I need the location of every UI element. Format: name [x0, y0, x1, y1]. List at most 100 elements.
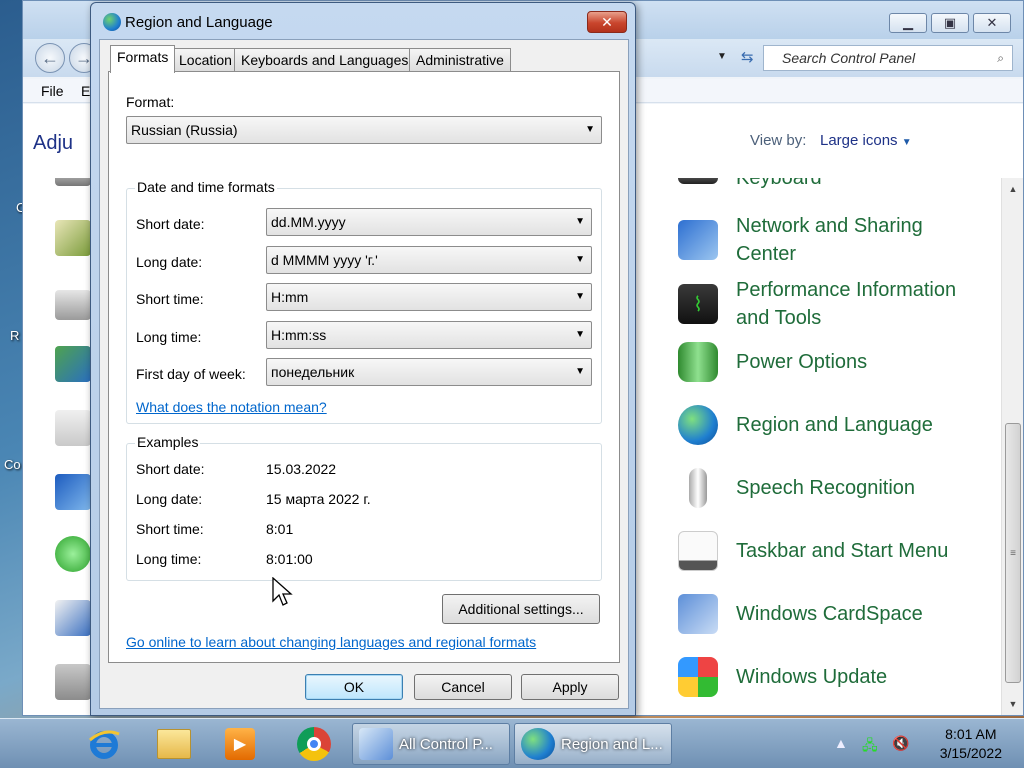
long-date-value: d MMMM yyyy 'г.' — [271, 252, 378, 268]
cp-item-keyboard[interactable]: Keyboard — [678, 178, 986, 192]
program-icon[interactable] — [55, 410, 91, 446]
keyboard-icon[interactable] — [55, 178, 91, 186]
example-long-time-label: Long time: — [136, 551, 202, 567]
view-by-value: Large icons — [820, 132, 898, 149]
first-day-value: понедельник — [271, 364, 355, 380]
sync-icon[interactable] — [55, 536, 91, 572]
performance-icon: ⌇ — [678, 284, 718, 324]
additional-settings-button[interactable]: Additional settings... — [442, 594, 600, 624]
dropdown-arrow-icon: ▼ — [901, 137, 912, 148]
printer-icon[interactable] — [55, 290, 91, 320]
vertical-scrollbar[interactable]: ▲ ≡ ▼ — [1001, 178, 1023, 715]
cp-item-label: Speech Recognition — [736, 477, 916, 499]
back-arrow-icon: ← — [41, 47, 59, 68]
cp-item-taskbar[interactable]: Taskbar and Start Menu — [678, 531, 986, 571]
remote-icon[interactable] — [55, 600, 91, 636]
short-date-label: Short date: — [136, 216, 205, 232]
search-input[interactable]: Search Control Panel ⌕ — [763, 45, 1013, 71]
mouse-cursor-icon — [272, 577, 293, 606]
media-player-icon[interactable]: ▶ — [220, 725, 260, 763]
maximize-button[interactable]: ▣ — [931, 13, 969, 33]
long-time-select[interactable]: H:mm:ss ▼ — [266, 321, 592, 349]
show-hidden-icons-icon[interactable]: ▲ — [834, 735, 848, 751]
example-short-date-label: Short date: — [136, 461, 205, 477]
dropdown-arrow-icon: ▼ — [575, 254, 585, 265]
notation-link[interactable]: What does the notation mean? — [136, 399, 327, 415]
globe-clock-icon — [678, 405, 718, 445]
refresh-icon[interactable]: ⇆ — [741, 48, 754, 66]
taskbar: ▶ All Control P... Region and L... ▲ 🖧 🔇… — [0, 718, 1024, 768]
example-short-time-label: Short time: — [136, 521, 204, 537]
menu-file[interactable]: File — [41, 83, 64, 99]
tab-keyboards-languages[interactable]: Keyboards and Languages — [234, 48, 416, 71]
network-icon — [678, 220, 718, 260]
example-long-time-value: 8:01:00 — [266, 551, 313, 567]
apply-button[interactable]: Apply — [521, 674, 619, 700]
taskbar-task-region[interactable]: Region and L... — [514, 723, 672, 765]
cp-item-network[interactable]: Network and Sharing Center — [678, 212, 986, 268]
chrome-icon[interactable] — [294, 725, 334, 763]
clock-time: 8:01 AM — [945, 726, 997, 742]
format-select[interactable]: Russian (Russia) ▼ — [126, 116, 602, 144]
close-button[interactable]: ✕ — [973, 13, 1011, 33]
example-short-date-value: 15.03.2022 — [266, 461, 337, 477]
cancel-button[interactable]: Cancel — [414, 674, 512, 700]
network-computer-icon[interactable] — [55, 474, 91, 510]
long-date-select[interactable]: d MMMM yyyy 'г.' ▼ — [266, 246, 592, 274]
clock-date: 3/15/2022 — [939, 745, 1002, 761]
desktop-label: R — [10, 328, 20, 343]
datetime-formats-group: Date and time formats Short date: dd.MM.… — [126, 179, 602, 424]
display-icon[interactable] — [55, 346, 91, 382]
cp-item-region[interactable]: Region and Language — [678, 405, 986, 445]
menu-edit[interactable]: E — [81, 83, 90, 99]
dialog-close-button[interactable]: ✕ — [587, 11, 627, 33]
cp-item-update[interactable]: Windows Update — [678, 657, 986, 697]
map-icon[interactable] — [55, 220, 91, 256]
internet-explorer-icon[interactable] — [84, 725, 124, 763]
short-time-select[interactable]: H:mm ▼ — [266, 283, 592, 311]
cp-item-power[interactable]: Power Options — [678, 342, 986, 382]
group-title: Examples — [135, 434, 201, 450]
cp-item-label: Taskbar and Start Menu — [736, 540, 949, 562]
minimize-button[interactable]: ▁ — [889, 13, 927, 33]
view-by-dropdown[interactable]: Large icons ▼ — [820, 132, 912, 149]
example-short-time-value: 8:01 — [266, 521, 294, 537]
format-label: Format: — [126, 94, 175, 110]
back-button[interactable]: ← — [35, 43, 65, 73]
page-title: Adju — [33, 132, 74, 154]
dialog-title: Region and Language — [125, 14, 273, 31]
file-explorer-icon[interactable] — [154, 725, 194, 763]
search-icon[interactable]: ⌕ — [997, 51, 1004, 66]
online-learn-link[interactable]: Go online to learn about changing langua… — [126, 634, 536, 650]
address-dropdown-icon[interactable]: ▼ — [717, 51, 727, 62]
first-day-select[interactable]: понедельник ▼ — [266, 358, 592, 386]
tab-location[interactable]: Location — [172, 48, 239, 71]
dropdown-arrow-icon: ▼ — [585, 124, 595, 135]
network-tray-icon[interactable]: 🖧 — [862, 735, 878, 759]
scroll-thumb[interactable]: ≡ — [1005, 423, 1021, 683]
taskbar-task-control-panel[interactable]: All Control P... — [352, 723, 510, 765]
tab-formats[interactable]: Formats — [110, 45, 176, 73]
dropdown-arrow-icon: ▼ — [575, 366, 585, 377]
ok-button[interactable]: OK — [305, 674, 403, 700]
scroll-up-icon[interactable]: ▲ — [1002, 180, 1024, 198]
scroll-down-icon[interactable]: ▼ — [1002, 695, 1024, 713]
short-time-label: Short time: — [136, 291, 204, 307]
close-icon: ✕ — [601, 13, 613, 30]
close-icon: ✕ — [986, 15, 998, 30]
desktop-label: Co — [4, 457, 21, 472]
cp-item-label: Region and Language — [736, 414, 933, 436]
tab-administrative[interactable]: Administrative — [409, 48, 511, 71]
formats-panel: Format: Russian (Russia) ▼ Date and time… — [108, 71, 620, 663]
volume-muted-icon[interactable]: 🔇 — [892, 735, 909, 752]
cp-item-speech[interactable]: Speech Recognition — [678, 468, 986, 508]
cp-item-label: Keyboard — [736, 178, 822, 189]
cp-item-cardspace[interactable]: Windows CardSpace — [678, 594, 986, 634]
system-clock[interactable]: 8:01 AM 3/15/2022 — [940, 725, 1002, 763]
first-day-label: First day of week: — [136, 366, 246, 382]
cardspace-icon — [678, 594, 718, 634]
firewall-icon[interactable] — [55, 664, 91, 700]
control-panel-icon — [359, 728, 393, 760]
short-date-select[interactable]: dd.MM.yyyy ▼ — [266, 208, 592, 236]
cp-item-performance[interactable]: ⌇ Performance Information and Tools — [678, 276, 986, 332]
